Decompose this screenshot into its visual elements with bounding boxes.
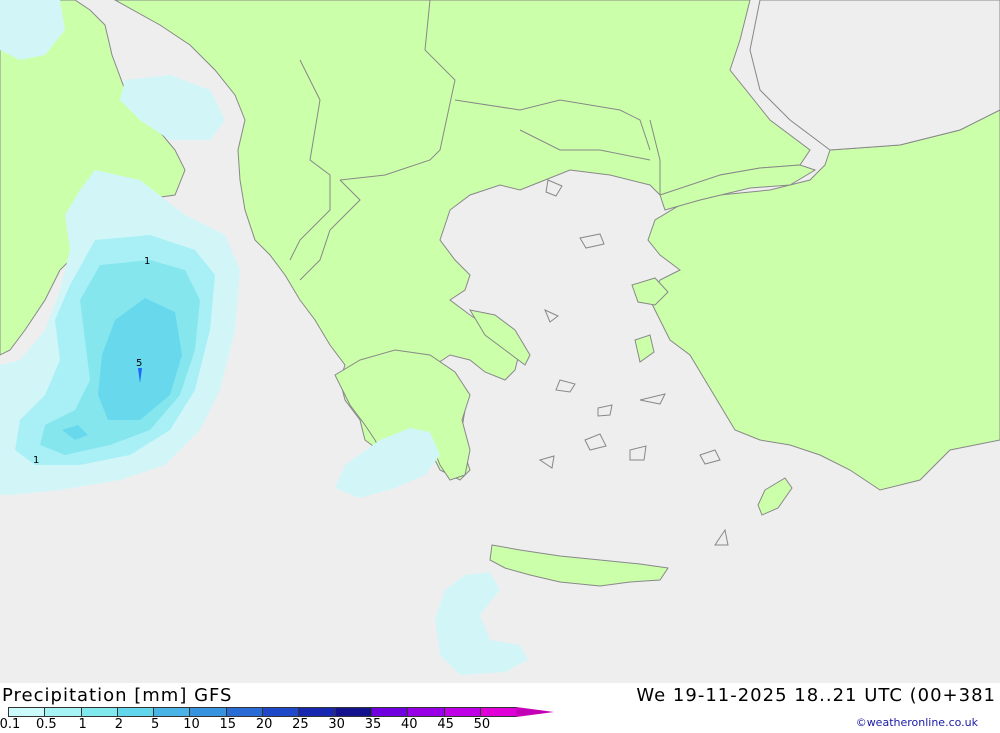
legend-swatch — [44, 707, 81, 717]
legend-tick-label: 2 — [114, 717, 124, 732]
legend-tick-label: 0.1 — [0, 717, 21, 732]
credit-link[interactable]: ©weatheronline.co.uk — [856, 716, 978, 729]
legend-swatch — [153, 707, 190, 717]
map-canvas — [0, 0, 1000, 683]
legend-swatch — [298, 707, 335, 717]
contour-label-5: 5 — [136, 358, 143, 369]
legend-swatch — [80, 707, 117, 717]
legend-swatch — [189, 707, 226, 717]
map-title: Precipitation [mm] GFS — [2, 685, 233, 706]
legend-swatch — [225, 707, 263, 717]
legend-tick-label: 30 — [328, 717, 345, 732]
legend-tick-label: 5 — [151, 717, 160, 732]
legend-ticks: 0.1 0.5 1 2 5 10 15 20 25 30 35 40 45 50 — [0, 717, 554, 733]
legend-swatch — [8, 707, 45, 717]
precipitation-map: 1 5 1 — [0, 0, 1000, 683]
valid-time: We 19-11-2025 18..21 UTC (00+381 — [636, 685, 996, 706]
legend-tick-label: 45 — [437, 717, 454, 732]
legend-tick-label: 10 — [183, 717, 200, 732]
legend-tick-label: 25 — [292, 717, 309, 732]
contour-label-1-south: 1 — [33, 455, 40, 466]
legend-tick-label: 0.5 — [35, 717, 57, 732]
legend-swatch — [262, 707, 299, 717]
legend-tick-label: 35 — [364, 717, 382, 732]
legend-swatch — [443, 707, 480, 717]
legend-swatch — [370, 707, 408, 717]
legend-swatch — [479, 707, 517, 717]
legend-tick-label: 20 — [255, 717, 273, 732]
legend-tick-label: 40 — [401, 717, 418, 732]
legend-swatch — [116, 707, 154, 717]
legend-color-bar — [8, 707, 555, 717]
legend-swatch — [334, 707, 371, 717]
precipitation-legend: 0.1 0.5 1 2 5 10 15 20 25 30 35 40 45 50 — [0, 707, 555, 733]
legend-arrow — [516, 707, 555, 717]
legend-tick-label: 50 — [473, 717, 491, 732]
map-footer: Precipitation [mm] GFS We 19-11-2025 18.… — [0, 683, 1000, 733]
contour-label-1-north: 1 — [144, 256, 151, 267]
legend-tick-label: 15 — [219, 717, 237, 732]
legend-swatch — [407, 707, 444, 717]
legend-tick-label: 1 — [78, 717, 87, 732]
